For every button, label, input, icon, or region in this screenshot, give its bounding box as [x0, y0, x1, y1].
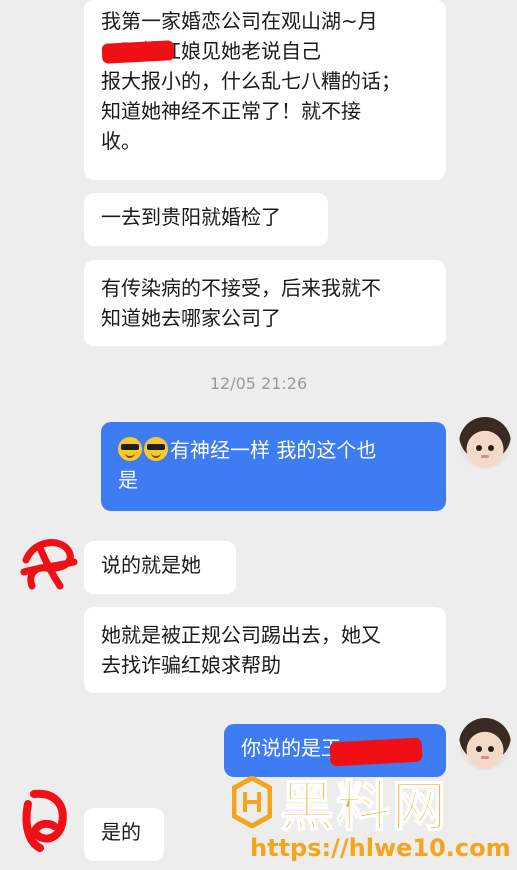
- message-text: 我第一家婚恋公司在观山湖~月 ，可能红娘见她老说自己 报大报小的，什么乱七八糟的…: [101, 9, 401, 153]
- message-bubble-received[interactable]: 是的: [84, 808, 164, 861]
- sunglasses-face-icon: [144, 437, 168, 461]
- redaction-mark: [101, 40, 175, 64]
- message-text: 是的: [101, 820, 141, 844]
- message-bubble-received[interactable]: 她就是被正规公司踢出去，她又 去找诈骗红娘求帮助: [84, 607, 446, 693]
- watermark-logo-icon: [232, 776, 272, 828]
- message-text: 她就是被正规公司踢出去，她又 去找诈骗红娘求帮助: [101, 623, 381, 677]
- contact-avatar[interactable]: [16, 532, 78, 594]
- user-avatar[interactable]: [459, 417, 511, 469]
- message-text: 说的就是她: [101, 553, 201, 577]
- sunglasses-face-icon: [118, 437, 142, 461]
- message-bubble-received[interactable]: 说的就是她: [84, 541, 236, 594]
- message-bubble-sent[interactable]: 有神经一样 我的这个也 是: [101, 422, 446, 511]
- message-bubble-received[interactable]: 我第一家婚恋公司在观山湖~月 ，可能红娘见她老说自己 报大报小的，什么乱七八糟的…: [84, 0, 446, 180]
- user-avatar[interactable]: [459, 718, 511, 770]
- message-text: 一去到贵阳就婚检了: [101, 205, 281, 229]
- timestamp: 12/05 21:26: [209, 374, 308, 393]
- contact-avatar[interactable]: [14, 784, 76, 854]
- message-text: 有传染病的不接受，后来我就不 知道她去哪家公司了: [101, 276, 381, 330]
- message-bubble-received[interactable]: 一去到贵阳就婚检了: [84, 193, 328, 246]
- watermark-url: https://hlwe10.com: [250, 834, 511, 862]
- message-bubble-received[interactable]: 有传染病的不接受，后来我就不 知道她去哪家公司了: [84, 260, 446, 346]
- watermark-brand: 黑料网: [279, 774, 448, 839]
